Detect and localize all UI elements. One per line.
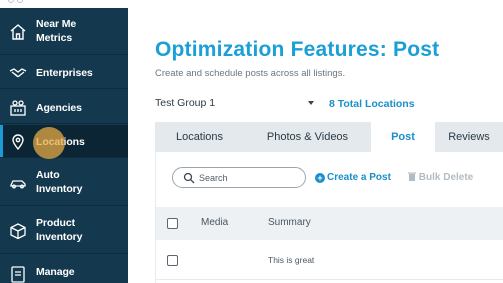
sidebar-item-label: Enterprises: [36, 67, 93, 79]
window-dots-icon: [8, 0, 26, 3]
search-input[interactable]: [199, 170, 299, 185]
sidebar-item-enterprises[interactable]: Enterprises: [0, 56, 128, 89]
group-select[interactable]: Test Group 1: [155, 97, 315, 111]
sidebar-item-label: Inventory: [36, 231, 83, 243]
tab-locations[interactable]: Locations: [155, 122, 244, 152]
sidebar-item-auto-inventory[interactable]: Auto Inventory: [0, 159, 128, 206]
main-content: Optimization Features: Post Create and s…: [128, 8, 503, 283]
sidebar-item-label: Near Me: [36, 18, 77, 30]
car-icon: [10, 180, 26, 189]
manage-icon: [11, 266, 25, 283]
create-post-button[interactable]: + Create a Post: [315, 172, 391, 183]
handshake-icon: [9, 68, 27, 78]
page-subtitle: Create and schedule posts across all lis…: [155, 68, 346, 79]
box-icon: [10, 223, 26, 240]
bulk-delete-button[interactable]: Bulk Delete: [408, 172, 473, 183]
sidebar-item-manage[interactable]: Manage: [0, 255, 128, 283]
sidebar-item-agencies[interactable]: Agencies: [0, 91, 128, 124]
sidebar-item-label: Auto: [36, 169, 60, 181]
select-all-checkbox[interactable]: [167, 218, 178, 229]
table-row[interactable]: This is great: [156, 240, 503, 280]
search-icon: [183, 172, 195, 184]
page-title: Optimization Features: Post: [155, 38, 439, 62]
browser-top-strip: [0, 0, 503, 8]
caret-down-icon: [308, 101, 314, 105]
sidebar-item-label: Manage: [36, 266, 75, 278]
bulk-delete-label: Bulk Delete: [418, 172, 474, 183]
sidebar-item-label: Product: [36, 217, 75, 229]
column-header-media: Media: [201, 217, 229, 228]
tab-post[interactable]: Post: [371, 122, 435, 152]
home-icon: [10, 24, 26, 40]
tab-photos-videos[interactable]: Photos & Videos: [244, 122, 371, 152]
page-title-bold: Optimization Features:: [155, 38, 387, 61]
sidebar-item-label: Inventory: [36, 183, 83, 195]
sidebar-item-label: Agencies: [36, 102, 82, 114]
total-locations-link[interactable]: 8 Total Locations: [329, 98, 415, 110]
create-post-label: Create a Post: [327, 172, 391, 183]
row-checkbox[interactable]: [167, 255, 178, 266]
search-box[interactable]: [172, 167, 306, 188]
tab-reviews[interactable]: Reviews: [435, 122, 503, 152]
post-panel: +Create a Post Bulk Delete Media Summary…: [155, 152, 503, 283]
trash-icon: [408, 172, 416, 181]
sidebar-item-near-me-metrics[interactable]: Near Me Metrics: [0, 8, 128, 55]
plus-circle-icon: +: [315, 173, 325, 183]
sidebar-item-product-inventory[interactable]: Product Inventory: [0, 207, 128, 254]
map-pin-icon: [12, 134, 24, 151]
sidebar-item-label: Metrics: [36, 32, 73, 44]
row-summary-cell: This is great: [268, 255, 315, 265]
column-header-summary: Summary: [268, 217, 311, 228]
agencies-icon: [10, 100, 26, 116]
cursor-highlight: [33, 127, 65, 159]
page-title-light: Post: [392, 38, 440, 61]
group-select-value: Test Group 1: [155, 97, 216, 109]
table-header: Media Summary: [156, 207, 503, 240]
feature-tabs: Locations Photos & Videos Post Reviews: [155, 122, 503, 152]
